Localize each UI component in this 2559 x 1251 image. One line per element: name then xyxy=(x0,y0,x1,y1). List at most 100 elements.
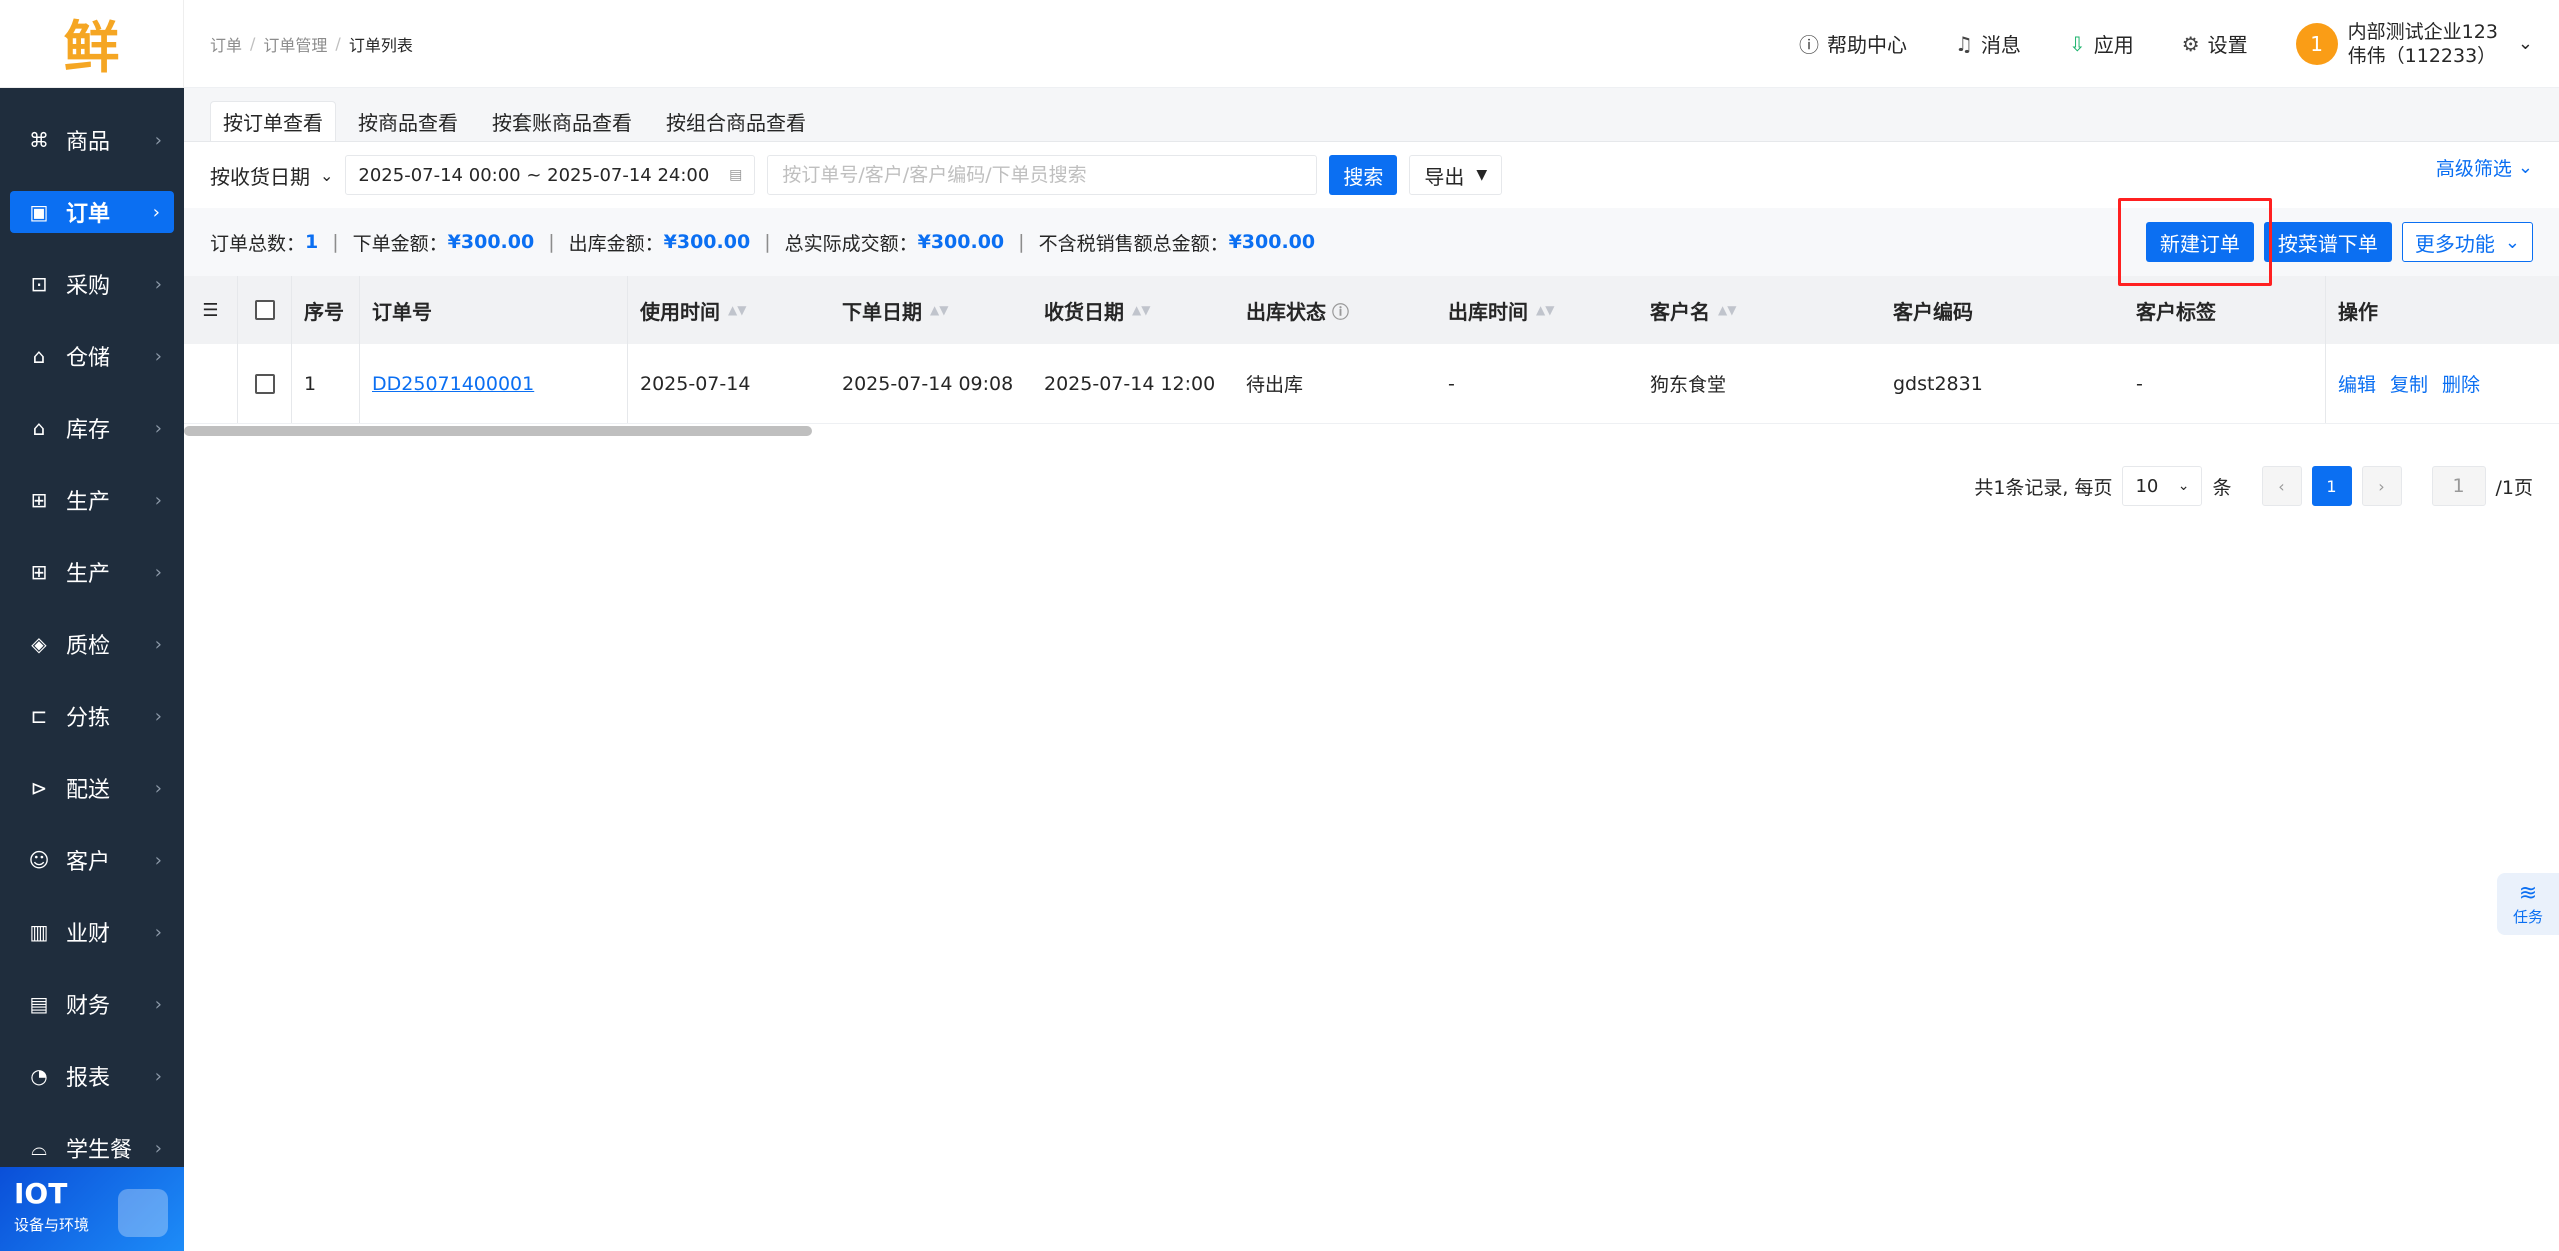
tab-by-order[interactable]: 按订单查看 xyxy=(210,101,336,141)
sidebar-item-label: 客户 xyxy=(66,850,111,875)
date-range-picker[interactable]: 2025-07-14 00:00 ~ 2025-07-14 24:00 ▤ xyxy=(345,155,756,195)
help-icon: ⓘ xyxy=(1799,33,1819,57)
tab-by-combo-product[interactable]: 按组合商品查看 xyxy=(654,101,818,141)
order-no-link[interactable]: DD25071400001 xyxy=(372,373,534,395)
advanced-filter-label: 高级筛选 xyxy=(2435,158,2512,180)
tab-by-product[interactable]: 按商品查看 xyxy=(346,101,470,141)
page-size-select[interactable]: 10 ⌄ xyxy=(2122,466,2203,506)
menu-order-button[interactable]: 按菜谱下单 xyxy=(2263,222,2392,262)
cell-customer-name: 狗东食堂 xyxy=(1650,374,1727,396)
sidebar-item-1[interactable]: ▣ 订单 › xyxy=(10,191,174,233)
production2-icon: ⊞ xyxy=(30,560,48,584)
iot-cube-icon xyxy=(118,1189,168,1237)
chevron-right-icon: › xyxy=(154,129,162,151)
messages-label: 消息 xyxy=(1980,33,2021,57)
breadcrumb-separator: / xyxy=(250,34,256,53)
report-icon: ◔ xyxy=(30,1064,48,1088)
header-use-time-label: 使用时间 xyxy=(640,299,720,324)
copy-link[interactable]: 复制 xyxy=(2390,370,2428,397)
header-order-date[interactable]: 下单日期 ▲▼ xyxy=(830,276,1032,344)
edit-link[interactable]: 编辑 xyxy=(2338,370,2376,397)
sidebar-item-label: 分拣 xyxy=(66,706,111,731)
chevron-down-icon: ⌄ xyxy=(320,165,334,185)
select-all-checkbox[interactable] xyxy=(254,300,275,320)
delete-link[interactable]: 删除 xyxy=(2442,370,2480,397)
apps-label: 应用 xyxy=(2093,33,2134,57)
page-jump-input[interactable]: 1 xyxy=(2431,466,2486,506)
user-name: 伟伟（112233） xyxy=(2347,44,2497,67)
notax-amount-label: 不含税销售额总金额： xyxy=(1038,232,1229,255)
tab-by-account-product[interactable]: 按套账商品查看 xyxy=(480,101,644,141)
header-out-status-label: 出库状态 xyxy=(1246,299,1326,324)
sidebar-item-8[interactable]: ⊏ 分拣 › xyxy=(0,680,184,752)
sidebar-item-10[interactable]: ☺ 客户 › xyxy=(0,824,184,896)
sidebar-item-label: 采购 xyxy=(66,274,111,299)
purchase-icon: ⊡ xyxy=(30,272,48,296)
question-icon[interactable]: ⓘ xyxy=(1332,298,1349,323)
quality-icon: ◈ xyxy=(31,632,47,656)
help-center-label: 帮助中心 xyxy=(1827,33,1907,57)
cell-operations: 编辑 复制 删除 xyxy=(2326,344,2526,423)
sidebar-item-4[interactable]: ⌂ 库存 › xyxy=(0,392,184,464)
sidebar-item-12[interactable]: ▤ 财务 › xyxy=(0,968,184,1040)
header-receive-date-label: 收货日期 xyxy=(1044,299,1124,324)
sidebar-item-label: 生产 xyxy=(66,490,111,515)
new-order-button[interactable]: 新建订单 xyxy=(2145,222,2254,262)
sidebar-item-5[interactable]: ⊞ 生产 › xyxy=(0,464,184,536)
sidebar-item-11[interactable]: ▥ 业财 › xyxy=(0,896,184,968)
sidebar-item-3[interactable]: ⌂ 仓储 › xyxy=(0,320,184,392)
apps-link[interactable]: ⇩ 应用 xyxy=(2069,29,2134,58)
chevron-right-icon: › xyxy=(154,1065,162,1087)
sidebar-item-2[interactable]: ⊡ 采购 › xyxy=(0,248,184,320)
more-functions-button[interactable]: 更多功能 ⌄ xyxy=(2401,222,2533,262)
finance-icon: ▤ xyxy=(29,992,49,1016)
chevron-right-icon: › xyxy=(154,489,162,511)
sidebar-item-label: 报表 xyxy=(66,1066,111,1091)
column-settings[interactable]: ☰ xyxy=(184,276,238,344)
chevron-right-icon: › xyxy=(154,849,162,871)
iot-banner[interactable]: IOT 设备与环境 xyxy=(0,1167,184,1251)
sidebar-item-0[interactable]: ⌘ 商品 › xyxy=(0,104,184,176)
search-button[interactable]: 搜索 xyxy=(1329,155,1398,195)
chevron-right-icon: › xyxy=(154,561,162,583)
total-pages-label: /1页 xyxy=(2495,476,2534,499)
task-float-button[interactable]: ≋ 任务 xyxy=(2497,873,2559,935)
search-input[interactable] xyxy=(767,155,1318,195)
advanced-filter-link[interactable]: 高级筛选 ⌄ xyxy=(2436,154,2533,181)
sidebar-item-label: 仓储 xyxy=(66,346,111,371)
page-number-button[interactable]: 1 xyxy=(2311,466,2352,506)
table-row: 1 DD25071400001 2025-07-14 2025-07-14 09… xyxy=(184,344,2559,424)
sidebar-item-13[interactable]: ◔ 报表 › xyxy=(0,1040,184,1112)
export-label: 导出 xyxy=(1424,164,1465,189)
header-out-time[interactable]: 出库时间 ▲▼ xyxy=(1436,276,1638,344)
header-customer-name[interactable]: 客户名 ▲▼ xyxy=(1638,276,1881,344)
sidebar-item-9[interactable]: ⊳ 配送 › xyxy=(0,752,184,824)
chevron-left-icon: ‹ xyxy=(2278,476,2285,496)
prev-page-button[interactable]: ‹ xyxy=(2261,466,2302,506)
sidebar-item-label: 订单 xyxy=(66,202,111,227)
date-type-select[interactable]: 按收货日期 ⌄ xyxy=(210,161,333,190)
task-label: 任务 xyxy=(2512,908,2543,926)
header-receive-date[interactable]: 收货日期 ▲▼ xyxy=(1032,276,1234,344)
breadcrumb-item-order-list: 订单列表 xyxy=(348,35,413,55)
help-center-link[interactable]: ⓘ 帮助中心 xyxy=(1799,29,1907,58)
chevron-right-icon: › xyxy=(154,345,162,367)
cell-order-date: 2025-07-14 09:08 xyxy=(842,372,1014,395)
horizontal-scrollbar[interactable] xyxy=(184,426,812,436)
breadcrumb-item-order-management[interactable]: 订单管理 xyxy=(263,32,327,56)
header-use-time[interactable]: 使用时间 ▲▼ xyxy=(628,276,830,344)
breadcrumb-item-order[interactable]: 订单 xyxy=(210,32,242,56)
settings-link[interactable]: ⚙ 设置 xyxy=(2182,29,2248,58)
cell-order-no: DD25071400001 xyxy=(360,344,628,423)
out-amount-label: 出库金额： xyxy=(568,232,664,255)
sidebar-item-7[interactable]: ◈ 质检 › xyxy=(0,608,184,680)
row-checkbox[interactable] xyxy=(254,373,275,394)
logo[interactable]: 鲜 xyxy=(0,0,184,88)
order-amount-label: 下单金额： xyxy=(352,232,448,255)
export-button[interactable]: 导出 ▼ xyxy=(1409,155,1503,195)
header-index: 序号 xyxy=(292,276,360,344)
sidebar-item-6[interactable]: ⊞ 生产 › xyxy=(0,536,184,608)
messages-link[interactable]: ♫ 消息 xyxy=(1955,29,2021,58)
next-page-button[interactable]: › xyxy=(2361,466,2402,506)
user-menu[interactable]: 1 内部测试企业123 伟伟（112233） ⌄ xyxy=(2295,20,2533,68)
